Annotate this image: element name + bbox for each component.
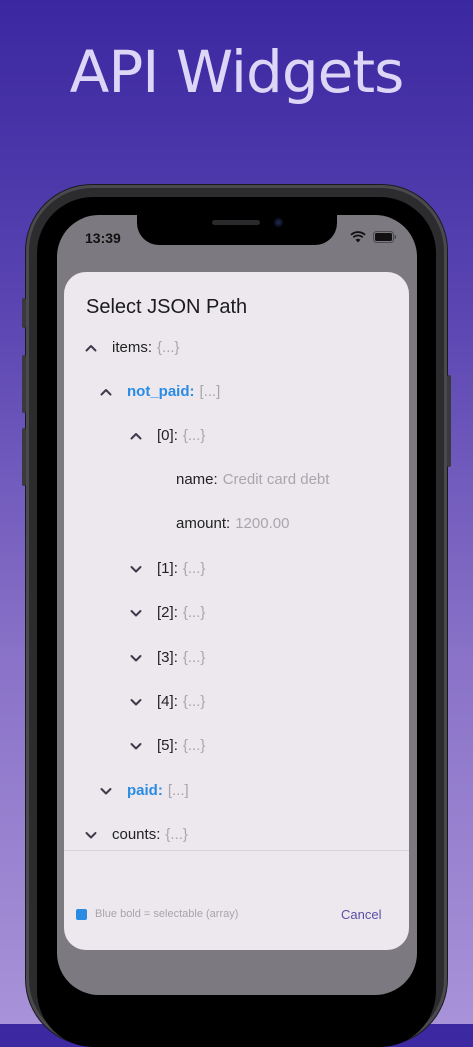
chevron-down-icon[interactable] (84, 828, 98, 842)
battery-icon (373, 231, 397, 243)
volume-up-button (22, 355, 26, 413)
tree-colon: : (173, 737, 178, 754)
tree-value: [...] (199, 383, 221, 400)
tree-colon: : (173, 427, 178, 444)
tree-value: {...} (182, 693, 206, 710)
tree-value: {...} (182, 737, 206, 754)
tree-colon: : (147, 339, 153, 356)
tree-colon: : (173, 604, 178, 621)
chevron-down-icon[interactable] (129, 651, 143, 665)
tree-row-4[interactable]: [4]: {...} (129, 693, 205, 710)
chevron-down-icon[interactable] (129, 739, 143, 753)
chevron-down-icon[interactable] (129, 606, 143, 620)
legend: Blue bold = selectable (array) (76, 908, 238, 920)
tree-value: {...} (165, 826, 188, 843)
tree-value: {...} (182, 649, 206, 666)
tree-row-0[interactable]: [0]: {...} (129, 427, 205, 444)
tree-key: counts (112, 826, 157, 843)
tree-value: {...} (182, 427, 206, 444)
tree-key: [2] (157, 604, 174, 621)
tree-row-name[interactable]: name: Credit card debt (176, 471, 329, 488)
tree-colon: : (173, 693, 178, 710)
tree-row-1[interactable]: [1]: {...} (129, 560, 205, 577)
dialog-divider (64, 850, 409, 851)
tree-key: [5] (157, 737, 174, 754)
tree-value: {...} (182, 560, 206, 577)
chevron-down-icon[interactable] (129, 562, 143, 576)
tree-key: amount (176, 515, 227, 532)
tree-row-not-paid[interactable]: not_paid: [...] (99, 383, 220, 400)
headline: API Widgets (69, 38, 405, 106)
tree-colon: : (157, 782, 163, 799)
tree-key: [1] (157, 560, 174, 577)
legend-text: Blue bold = selectable (array) (95, 908, 239, 920)
tree-key: name (176, 471, 214, 488)
chevron-up-icon[interactable] (129, 429, 143, 443)
tree-colon: : (156, 826, 161, 843)
chevron-up-icon[interactable] (84, 341, 98, 355)
tree-row-2[interactable]: [2]: {...} (129, 604, 205, 621)
tree-value: Credit card debt (222, 471, 330, 488)
tree-row-counts[interactable]: counts: {...} (84, 826, 188, 843)
tree-colon: : (213, 471, 218, 488)
legend-swatch (76, 908, 87, 920)
tree-key: [4] (157, 693, 174, 710)
tree-colon: : (173, 649, 178, 666)
tree-row-amount[interactable]: amount:1200.00 (176, 515, 289, 532)
mute-switch (22, 298, 26, 328)
tree-value: {...} (157, 339, 180, 356)
status-icons (350, 231, 397, 243)
tree-key: paid (127, 782, 158, 799)
tree-row-items[interactable]: items: {...} (84, 339, 180, 356)
tree-key: [0] (157, 427, 174, 444)
tree-colon: : (189, 383, 195, 400)
tree-colon: : (173, 560, 178, 577)
tree-key: items (112, 339, 148, 356)
tree-colon: : (226, 515, 231, 532)
speaker (212, 220, 260, 225)
chevron-down-icon[interactable] (129, 695, 143, 709)
power-button (447, 375, 451, 467)
camera (274, 218, 283, 227)
tree-value: 1200.00 (235, 515, 290, 532)
chevron-up-icon[interactable] (99, 385, 113, 399)
tree-row-paid[interactable]: paid: [...] (99, 782, 189, 799)
tree-key: not_paid (127, 383, 190, 400)
tree-row-3[interactable]: [3]: {...} (129, 649, 205, 666)
cancel-button[interactable]: Cancel (341, 907, 381, 922)
tree-value: {...} (182, 604, 206, 621)
dialog-title: Select JSON Path (86, 296, 248, 318)
tree-key: [3] (157, 649, 174, 666)
status-time: 13:39 (85, 230, 121, 246)
chevron-down-icon[interactable] (99, 784, 113, 798)
volume-down-button (22, 428, 26, 486)
tree-value: [...] (167, 782, 189, 799)
tree-row-5[interactable]: [5]: {...} (129, 737, 205, 754)
json-path-dialog (64, 272, 409, 950)
wifi-icon (350, 231, 366, 243)
